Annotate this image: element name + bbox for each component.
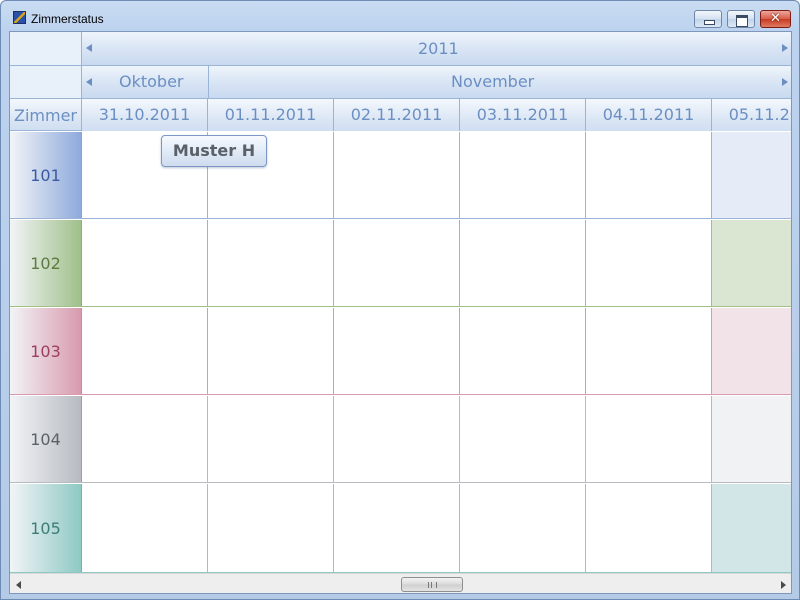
month-label-november: November [451,72,535,91]
month-prev-icon[interactable] [86,78,92,86]
year-prev-icon[interactable] [86,44,92,52]
day-cell[interactable] [586,308,712,394]
date-header-cell: 31.10.2011 [82,99,208,131]
day-cell[interactable] [334,396,460,482]
day-cell[interactable] [586,484,712,572]
minimize-icon [695,11,721,27]
room-label[interactable]: 103 [10,308,82,394]
date-label: 01.11.2011 [224,105,317,124]
room-row: 102 [10,220,791,307]
month-header-row: Oktober November [10,66,791,99]
month-next-icon[interactable] [782,78,788,86]
day-cell[interactable] [82,396,208,482]
room-row: 105 [10,484,791,573]
date-header-cell: 03.11.2011 [460,99,586,131]
date-header-cell: 02.11.2011 [334,99,460,131]
room-number: 102 [30,253,61,273]
date-label: 02.11.2011 [350,105,443,124]
day-cell[interactable] [712,484,791,572]
year-band: 2011 [82,32,791,66]
scroll-left-icon[interactable] [16,581,21,589]
minimize-button[interactable] [694,10,722,28]
date-label: 05.11.2011 [728,105,791,124]
date-header-cell: 04.11.2011 [586,99,712,131]
scroll-right-icon[interactable] [781,581,786,589]
window-title: Zimmerstatus [31,12,104,26]
day-cell[interactable] [334,484,460,572]
room-row: 103 [10,308,791,395]
header-corner [10,32,82,66]
close-icon: ✕ [770,11,781,26]
month-label-oktober: Oktober [119,72,184,91]
day-cell[interactable] [586,396,712,482]
room-number: 101 [30,165,61,185]
header-corner-month [10,66,82,99]
year-label: 2011 [418,39,459,58]
room-row: 101 [10,132,791,219]
room-label[interactable]: 101 [10,132,82,218]
app-window: Zimmerstatus ✕ 2011 Oktober November Zim… [0,0,800,600]
year-next-icon[interactable] [782,44,788,52]
day-cell[interactable] [208,484,334,572]
app-icon [13,11,26,24]
title-bar[interactable]: Zimmerstatus ✕ [1,1,799,31]
date-label: 04.11.2011 [602,105,695,124]
close-button[interactable]: ✕ [760,10,791,28]
booking-muster-h[interactable]: Muster H [161,135,267,167]
room-number: 104 [30,429,61,449]
horizontal-scrollbar[interactable] [10,573,791,593]
day-cell[interactable] [460,308,586,394]
day-cell[interactable] [460,396,586,482]
room-scheduler: 2011 Oktober November Zimmer 31.10.2011 0… [9,31,792,594]
rooms-column-header: Zimmer [10,99,82,131]
date-label: 31.10.2011 [98,105,191,124]
day-cell[interactable] [208,308,334,394]
date-header-cell: 05.11.2011 [712,99,791,131]
day-cell[interactable] [208,396,334,482]
day-cell[interactable] [334,308,460,394]
date-header-cell: 01.11.2011 [208,99,334,131]
day-cell[interactable] [712,132,791,218]
room-label[interactable]: 105 [10,484,82,572]
year-header-row: 2011 [10,32,791,66]
day-cell[interactable] [712,396,791,482]
day-cell[interactable] [712,220,791,306]
date-header-row: Zimmer 31.10.2011 01.11.2011 02.11.2011 03.… [10,99,791,131]
day-cell[interactable] [82,308,208,394]
room-number: 103 [30,341,61,361]
room-label[interactable]: 104 [10,396,82,482]
day-cell[interactable] [460,484,586,572]
day-cell[interactable] [334,220,460,306]
day-cell[interactable] [82,220,208,306]
day-cell[interactable] [712,308,791,394]
month-band: Oktober November [82,66,791,99]
day-cell[interactable] [208,220,334,306]
room-label[interactable]: 102 [10,220,82,306]
day-cell[interactable] [586,220,712,306]
day-cell[interactable] [460,132,586,218]
day-cell[interactable] [82,484,208,572]
room-number: 105 [30,518,61,538]
rooms-column-label: Zimmer [14,106,77,125]
maximize-icon [728,11,754,27]
month-divider [208,66,209,99]
maximize-button[interactable] [727,10,755,28]
day-cell[interactable] [460,220,586,306]
room-row: 104 [10,396,791,483]
scroll-thumb[interactable] [401,577,463,592]
day-cell[interactable] [586,132,712,218]
day-cell[interactable] [334,132,460,218]
date-label: 03.11.2011 [476,105,569,124]
